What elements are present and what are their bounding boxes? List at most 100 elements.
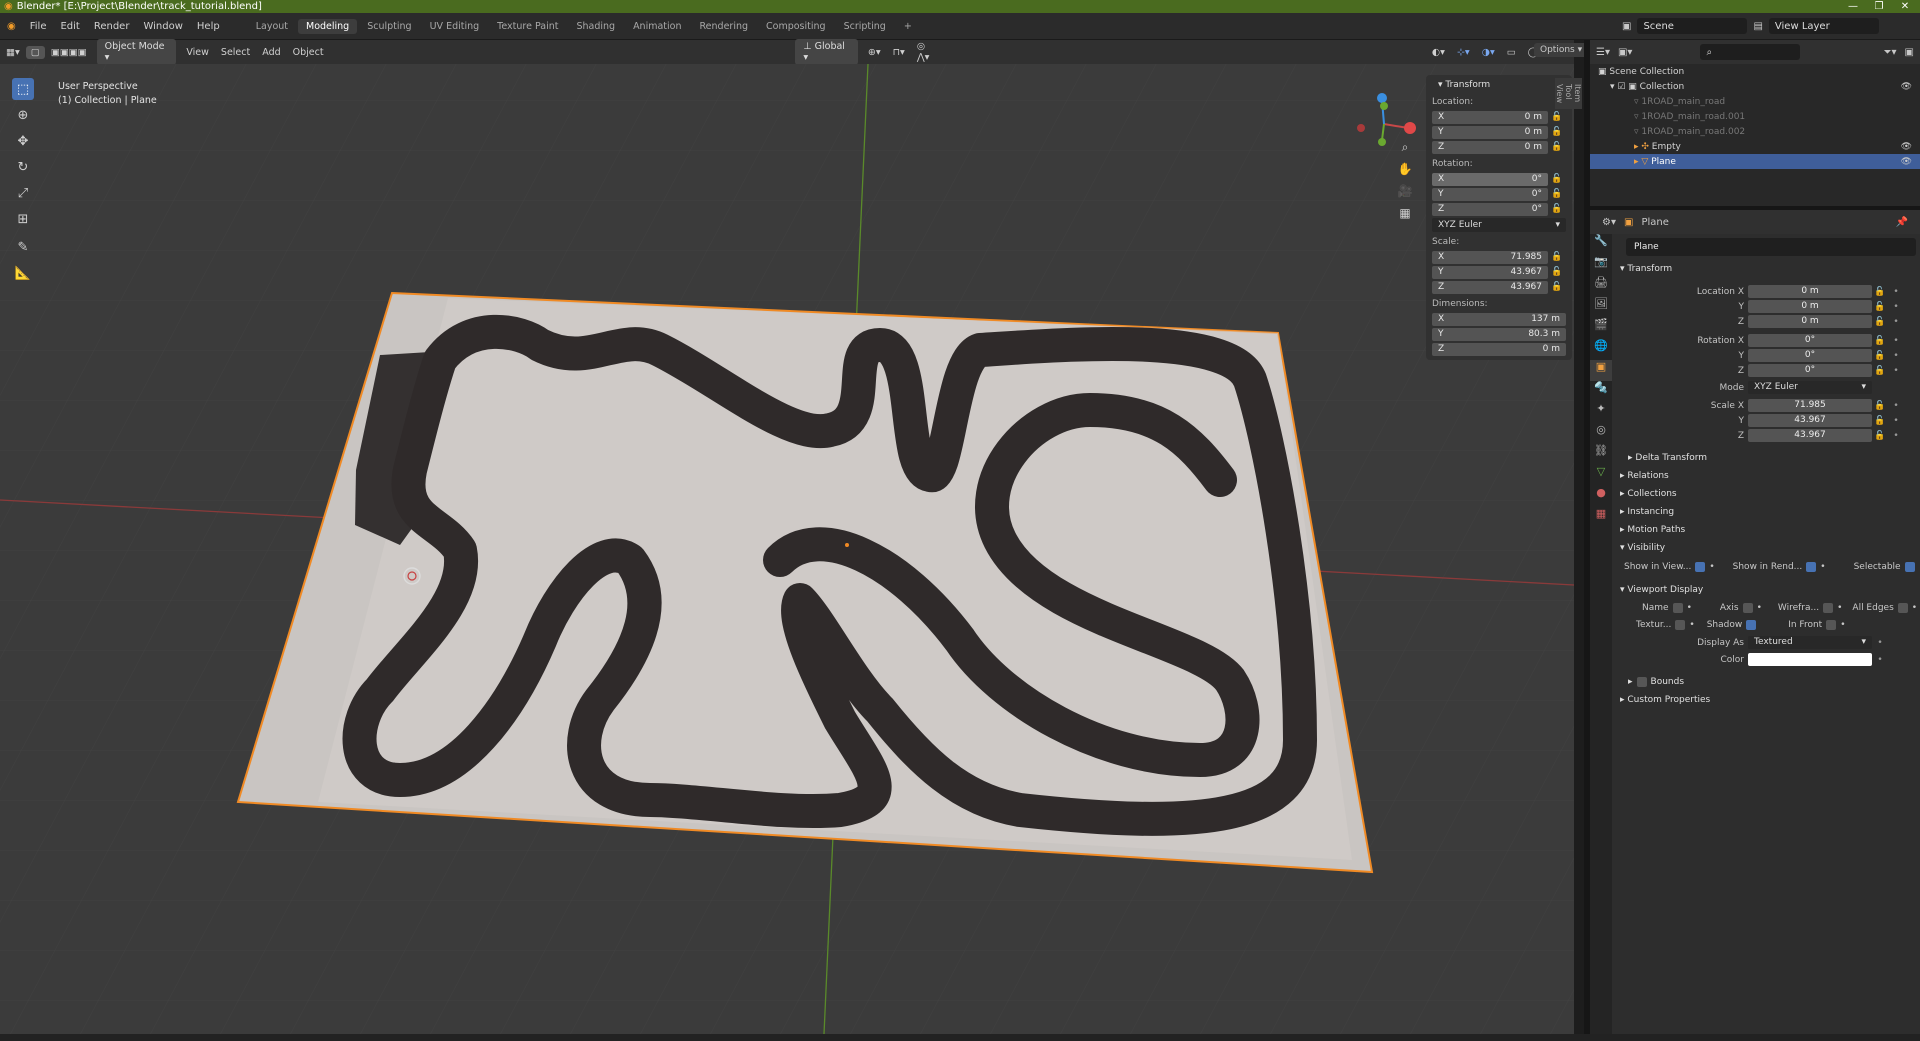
- npanel-location-z[interactable]: Z0 m 🔓: [1432, 140, 1566, 154]
- prop-location-z[interactable]: Z0 m 🔓 •: [1614, 314, 1920, 329]
- render-tab-icon[interactable]: 📷: [1590, 255, 1612, 276]
- zoom-icon[interactable]: ⌕: [1396, 140, 1414, 162]
- 3d-viewport[interactable]: [0, 64, 1574, 1034]
- npanel-scale-x[interactable]: X 71.985 🔓: [1432, 250, 1566, 264]
- texture-space-checkbox[interactable]: [1675, 619, 1686, 630]
- display-as-row[interactable]: Display As Textured ▾ •: [1614, 635, 1920, 650]
- view-layer-selector[interactable]: View Layer: [1768, 18, 1879, 34]
- tab-scripting[interactable]: Scripting: [836, 19, 894, 34]
- tab-item[interactable]: Item: [1573, 78, 1582, 109]
- outliner-editor-icon[interactable]: ☰▾: [1596, 47, 1610, 58]
- cursor-tool-icon[interactable]: ⊕: [12, 104, 34, 126]
- options-dropdown[interactable]: Options ▾: [1534, 43, 1589, 57]
- select-box-icon[interactable]: ▢: [25, 45, 45, 59]
- rotate-tool-icon[interactable]: ↻: [12, 156, 34, 178]
- scene-selector[interactable]: Scene: [1637, 18, 1748, 34]
- object-name-field[interactable]: Plane: [1626, 238, 1916, 256]
- scene-collection-row[interactable]: ▣ Scene Collection: [1590, 64, 1920, 79]
- properties-editor-icon[interactable]: ⚙▾: [1602, 217, 1616, 228]
- viewport-display-section[interactable]: ▾ Viewport Display: [1614, 581, 1920, 599]
- tab-animation[interactable]: Animation: [625, 19, 689, 34]
- visibility-section[interactable]: ▾ Visibility: [1614, 539, 1920, 557]
- mode-dropdown[interactable]: Object Mode ▾: [96, 39, 177, 65]
- output-tab-icon[interactable]: 🖨: [1590, 276, 1612, 297]
- outliner-item-road-001[interactable]: ▿ 1ROAD_main_road.001: [1590, 109, 1920, 124]
- menu-select[interactable]: Select: [215, 45, 256, 60]
- npanel-location-y[interactable]: Y0 m 🔓: [1432, 125, 1566, 139]
- npanel-title[interactable]: ▾ Transform: [1438, 80, 1566, 90]
- close-icon[interactable]: ✕: [1892, 0, 1918, 13]
- new-collection-icon[interactable]: ▣: [1905, 47, 1914, 58]
- prop-rotation-x[interactable]: Rotation X 0° 🔓 •: [1614, 333, 1920, 348]
- camera-view-icon[interactable]: 🎥: [1396, 184, 1414, 206]
- npanel-scale-y[interactable]: Y 43.967 🔓: [1432, 265, 1566, 279]
- pin-icon[interactable]: 📌: [1896, 217, 1908, 228]
- filter-icon[interactable]: ⏷▾: [1884, 47, 1897, 58]
- select-tool-icon[interactable]: ⬚: [12, 78, 34, 100]
- npanel-scale-z[interactable]: Z 43.967 🔓: [1432, 280, 1566, 294]
- all-edges-checkbox[interactable]: [1897, 602, 1908, 613]
- outliner-item-empty[interactable]: ▸ ✣ Empty 👁: [1590, 139, 1920, 154]
- color-row[interactable]: Color •: [1614, 652, 1920, 667]
- tab-uv-editing[interactable]: UV Editing: [422, 19, 488, 34]
- editor-type-icon[interactable]: ▦▾: [0, 45, 26, 60]
- snap-icon[interactable]: ⊓▾: [887, 45, 911, 60]
- bounds-checkbox[interactable]: [1636, 677, 1647, 687]
- world-tab-icon[interactable]: 🌐: [1590, 339, 1612, 360]
- prop-location-x[interactable]: Location X0 m 🔓 •: [1614, 284, 1920, 299]
- constraints-tab-icon[interactable]: ⛓: [1590, 444, 1612, 465]
- npanel-dimension-y[interactable]: Y 80.3 m: [1432, 327, 1566, 341]
- xray-icon[interactable]: ▭: [1501, 45, 1522, 60]
- tab-view[interactable]: View: [1555, 78, 1564, 109]
- delta-transform-section[interactable]: ▸ Delta Transform: [1614, 449, 1920, 467]
- custom-properties-section[interactable]: ▸ Custom Properties: [1614, 691, 1920, 709]
- modifier-tab-icon[interactable]: 🔩: [1590, 381, 1612, 402]
- in-front-checkbox[interactable]: [1826, 619, 1837, 630]
- maximize-icon[interactable]: ❐: [1866, 0, 1892, 13]
- npanel-rotation-x[interactable]: X 0° 🔓: [1432, 172, 1566, 186]
- prop-rotation-mode[interactable]: Mode XYZ Euler ▾: [1614, 380, 1920, 395]
- transform-tool-icon[interactable]: ⊞: [12, 208, 34, 230]
- move-tool-icon[interactable]: ✥: [12, 130, 34, 152]
- texture-tab-icon[interactable]: ▦: [1590, 507, 1612, 528]
- measure-tool-icon[interactable]: 📐: [12, 262, 34, 284]
- proportional-edit-icon[interactable]: ◎ ⋀▾: [911, 39, 946, 65]
- object-tab-icon[interactable]: ▣: [1590, 360, 1612, 381]
- outliner-search[interactable]: ⌕: [1700, 44, 1801, 60]
- axis-checkbox[interactable]: [1742, 602, 1753, 613]
- material-tab-icon[interactable]: ●: [1590, 486, 1612, 507]
- menu-edit[interactable]: Edit: [53, 21, 86, 32]
- color-swatch[interactable]: [1748, 653, 1872, 666]
- pivot-icon[interactable]: ⊕▾: [862, 45, 887, 60]
- physics-tab-icon[interactable]: ◎: [1590, 423, 1612, 444]
- motion-paths-section[interactable]: ▸ Motion Paths: [1614, 521, 1920, 539]
- transform-section-header[interactable]: ▾ Transform: [1614, 260, 1920, 278]
- tab-modeling[interactable]: Modeling: [298, 18, 358, 34]
- selectable-checkbox[interactable]: [1904, 562, 1915, 572]
- show-in-render-checkbox[interactable]: [1806, 562, 1817, 572]
- tab-shading[interactable]: Shading: [568, 19, 623, 34]
- particles-tab-icon[interactable]: ✦: [1590, 402, 1612, 423]
- prop-scale-z[interactable]: Z 43.967 🔓 •: [1614, 428, 1920, 443]
- tab-rendering[interactable]: Rendering: [692, 19, 757, 34]
- tab-tool[interactable]: Tool: [1564, 78, 1573, 109]
- ortho-grid-icon[interactable]: ▦: [1396, 206, 1414, 228]
- select-mode-icons[interactable]: ▣▣▣▣: [45, 45, 93, 60]
- blender-menu-icon[interactable]: ◉: [0, 21, 23, 32]
- show-in-viewport-checkbox[interactable]: [1695, 562, 1706, 572]
- menu-file[interactable]: File: [23, 21, 54, 32]
- data-tab-icon[interactable]: ▽: [1590, 465, 1612, 486]
- menu-window[interactable]: Window: [136, 21, 189, 32]
- scene-tab-icon[interactable]: 🎬: [1590, 318, 1612, 339]
- instancing-section[interactable]: ▸ Instancing: [1614, 503, 1920, 521]
- prop-location-y[interactable]: Y0 m 🔓 •: [1614, 299, 1920, 314]
- npanel-rotation-z[interactable]: Z 0° 🔓: [1432, 202, 1566, 216]
- tab-layout[interactable]: Layout: [248, 19, 296, 34]
- overlay-icon[interactable]: ◑▾: [1476, 45, 1501, 60]
- name-checkbox[interactable]: [1672, 602, 1683, 613]
- annotate-tool-icon[interactable]: ✎: [12, 236, 34, 258]
- npanel-location-x[interactable]: X0 m 🔓: [1432, 110, 1566, 124]
- collection-row[interactable]: ▾ ☑ ▣ Collection 👁: [1590, 79, 1920, 94]
- add-workspace-icon[interactable]: +: [896, 19, 920, 34]
- menu-add[interactable]: Add: [256, 45, 286, 60]
